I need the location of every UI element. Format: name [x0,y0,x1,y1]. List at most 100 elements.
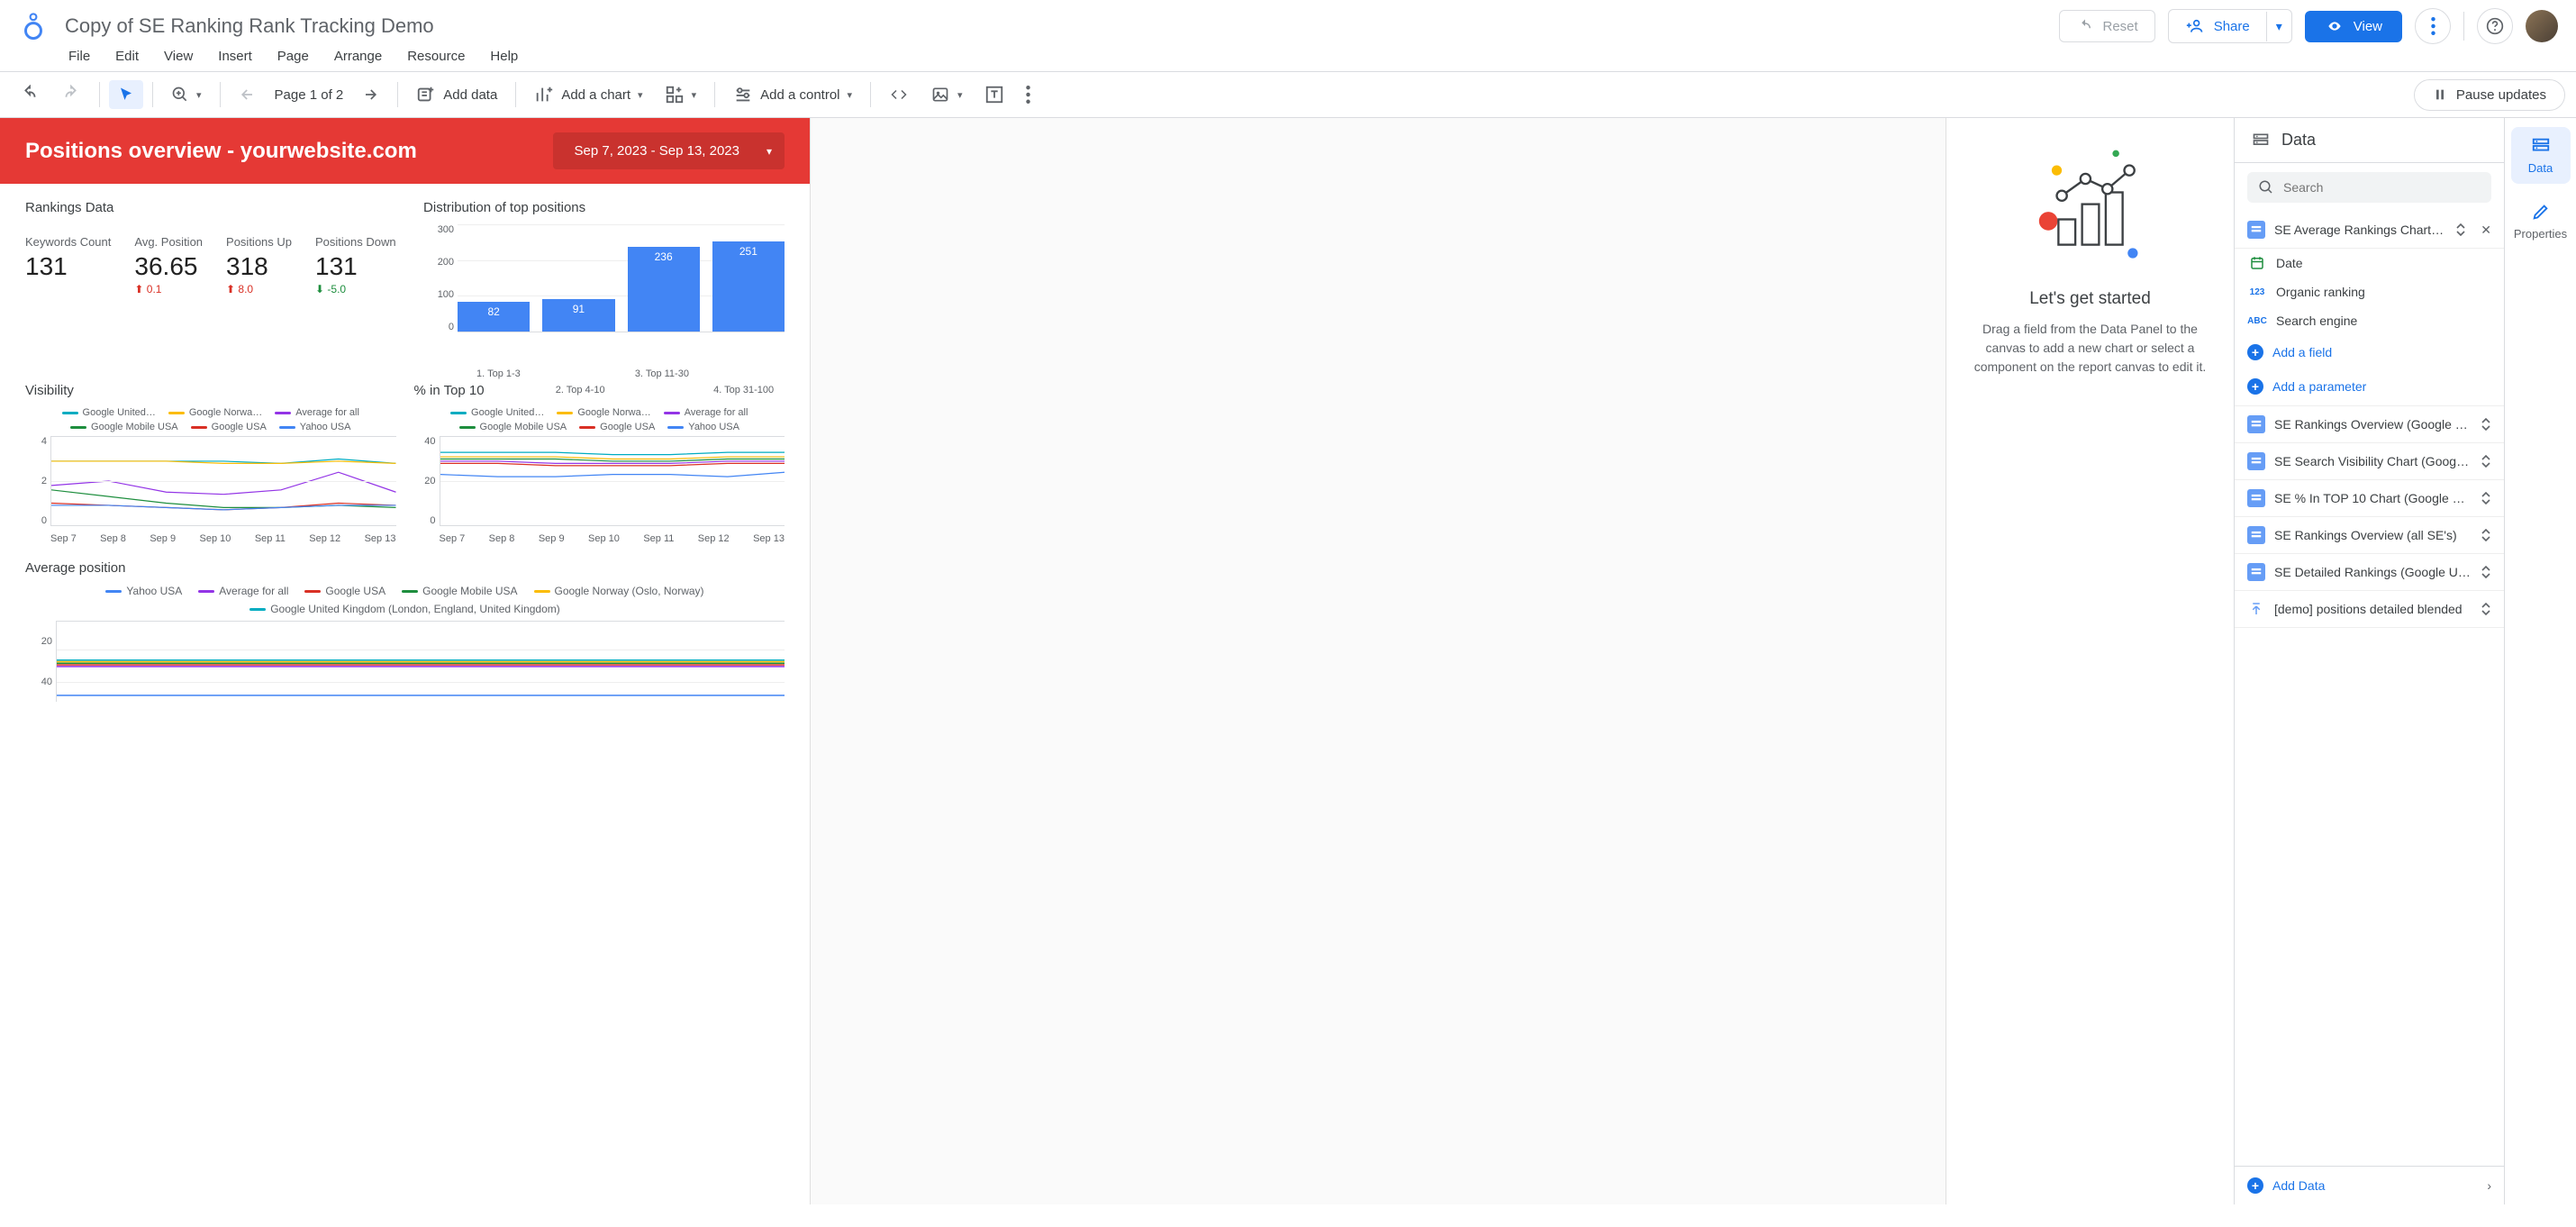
add-field-link[interactable]: +Add a field [2235,335,2504,369]
distribution-bar-chart[interactable]: 3002001000 8291236251 1. Top 1-32. Top 4… [423,224,785,350]
pct-top10-line-chart[interactable]: 40200 Sep 7Sep 8Sep 9Sep 10Sep 11Sep 12S… [414,436,785,544]
legend-item[interactable]: Google USA [579,422,655,432]
user-avatar[interactable] [2526,10,2558,42]
bar[interactable]: 91 [542,299,614,332]
getting-started-body: Drag a field from the Data Panel to the … [1968,320,2212,377]
menu-page[interactable]: Page [277,49,309,64]
right-tabs-rail: Data Properties [2504,118,2576,1204]
more-options-button[interactable] [2415,8,2451,44]
workspace: Positions overview - yourwebsite.com Sep… [0,117,2576,1204]
image-button[interactable]: ▾ [921,80,972,109]
share-button[interactable]: Share [2169,10,2266,42]
toolbar-more-button[interactable] [1017,80,1039,109]
legend-swatch [579,426,595,429]
legend-item[interactable]: Yahoo USA [279,422,351,432]
legend-item[interactable]: Google Norwa… [557,407,650,418]
report-canvas[interactable]: Positions overview - yourwebsite.com Sep… [0,118,811,1204]
menu-arrange[interactable]: Arrange [334,49,382,64]
pause-updates-button[interactable]: Pause updates [2414,79,2565,111]
menu-bar: File Edit View Insert Page Arrange Resou… [0,45,2576,71]
legend-item[interactable]: Yahoo USA [667,422,739,432]
data-source-row[interactable]: SE Rankings Overview (Google USA) [2235,406,2504,443]
zoom-button[interactable]: ▾ [162,80,211,109]
legend-item[interactable]: Google Mobile USA [402,585,517,597]
data-source-row[interactable]: SE Average Rankings Chart (Google … ✕ [2235,212,2504,249]
text-button[interactable] [975,79,1013,110]
menu-edit[interactable]: Edit [115,49,139,64]
menu-help[interactable]: Help [490,49,518,64]
merge-icon [2247,600,2265,618]
datasource-icon [2247,415,2265,433]
add-data-icon [416,85,436,105]
date-range-picker[interactable]: Sep 7, 2023 - Sep 13, 2023 [553,132,785,169]
expand-icon [2481,492,2491,504]
kpi-delta: ⬇ -5.0 [315,283,396,295]
data-source-row[interactable]: [demo] positions detailed blended [2235,591,2504,628]
field-row[interactable]: ABCSearch engine [2235,306,2504,335]
datasource-label: SE Average Rankings Chart (Google … [2274,223,2446,237]
add-data-button[interactable]: Add data [407,79,506,110]
bar[interactable]: 251 [712,241,785,332]
legend-item[interactable]: Average for all [275,407,359,418]
legend-item[interactable]: Google USA [191,422,267,432]
toolbar: ▾ Page 1 of 2 Add data Add a chart▾ ▾ Ad… [0,72,2576,117]
add-parameter-link[interactable]: +Add a parameter [2235,369,2504,406]
add-control-button[interactable]: Add a control▾ [724,79,861,110]
legend-item[interactable]: Google United… [62,407,156,418]
close-icon[interactable]: ✕ [2481,223,2491,238]
legend-item[interactable]: Google Norway (Oslo, Norway) [534,585,704,597]
menu-file[interactable]: File [68,49,90,64]
avg-position-chart[interactable]: Yahoo USA Average for all Google USA Google… [25,585,785,702]
legend-item[interactable]: Average for all [664,407,748,418]
bar[interactable]: 82 [458,302,530,332]
data-source-row[interactable]: SE Detailed Rankings (Google USA) [2235,554,2504,591]
rail-tab-properties[interactable]: Properties [2511,193,2571,250]
field-row[interactable]: 123Organic ranking [2235,277,2504,306]
legend-item[interactable]: Yahoo USA [105,585,182,597]
chevron-right-icon[interactable]: › [2487,1178,2491,1193]
legend-item[interactable]: Google Mobile USA [70,422,178,432]
datasource-icon [2247,526,2265,544]
legend-item[interactable]: Google Norwa… [168,407,262,418]
bar[interactable]: 236 [628,247,700,332]
help-button[interactable] [2477,8,2513,44]
menu-insert[interactable]: Insert [218,49,252,64]
reset-button[interactable]: Reset [2059,10,2155,42]
legend-item[interactable]: Google United Kingdom (London, England, … [249,603,560,615]
menu-resource[interactable]: Resource [407,49,465,64]
add-data-button-footer[interactable]: + Add Data › [2235,1166,2504,1204]
data-search-input[interactable] [2283,180,2481,195]
datasource-icon [2247,452,2265,470]
add-chart-button[interactable]: Add a chart▾ [525,79,651,110]
zoom-icon [171,86,189,104]
legend-item[interactable]: Google USA [304,585,385,597]
rankings-data-title: Rankings Data [25,200,405,215]
page-next-button[interactable] [352,80,388,109]
legend-item[interactable]: Average for all [198,585,288,597]
share-dropdown[interactable]: ▾ [2266,12,2291,41]
legend-item[interactable]: Google Mobile USA [459,422,567,432]
undo-icon [2076,18,2094,34]
page-prev-button[interactable] [230,80,266,109]
field-row[interactable]: Date [2235,249,2504,277]
data-panel-header: Data [2235,118,2504,163]
rail-tab-data[interactable]: Data [2511,127,2571,184]
data-panel: Data SE Average Rankings Chart (Google …… [2234,118,2504,1204]
data-source-row[interactable]: SE Rankings Overview (all SE's) [2235,517,2504,554]
visibility-line-chart[interactable]: 420 Sep 7Sep 8Sep 9Sep 10Sep 11Sep 12Sep… [25,436,396,544]
legend-item[interactable]: Google United… [450,407,544,418]
menu-view[interactable]: View [164,49,193,64]
data-source-row[interactable]: SE Search Visibility Chart (Google U… [2235,443,2504,480]
redo-button[interactable] [52,79,90,110]
community-viz-button[interactable]: ▾ [656,79,706,110]
view-button[interactable]: View [2305,11,2402,42]
data-source-row[interactable]: SE % In TOP 10 Chart (Google USA) [2235,480,2504,517]
undo-button[interactable] [11,79,49,110]
help-icon [2486,17,2504,35]
getting-started-panel: Let's get started Drag a field from the … [1946,118,2234,1204]
data-search[interactable] [2247,172,2491,203]
select-tool[interactable] [109,80,143,109]
doc-title[interactable]: Copy of SE Ranking Rank Tracking Demo [65,14,2059,38]
pencil-icon [2531,202,2551,222]
embed-button[interactable] [880,81,918,108]
